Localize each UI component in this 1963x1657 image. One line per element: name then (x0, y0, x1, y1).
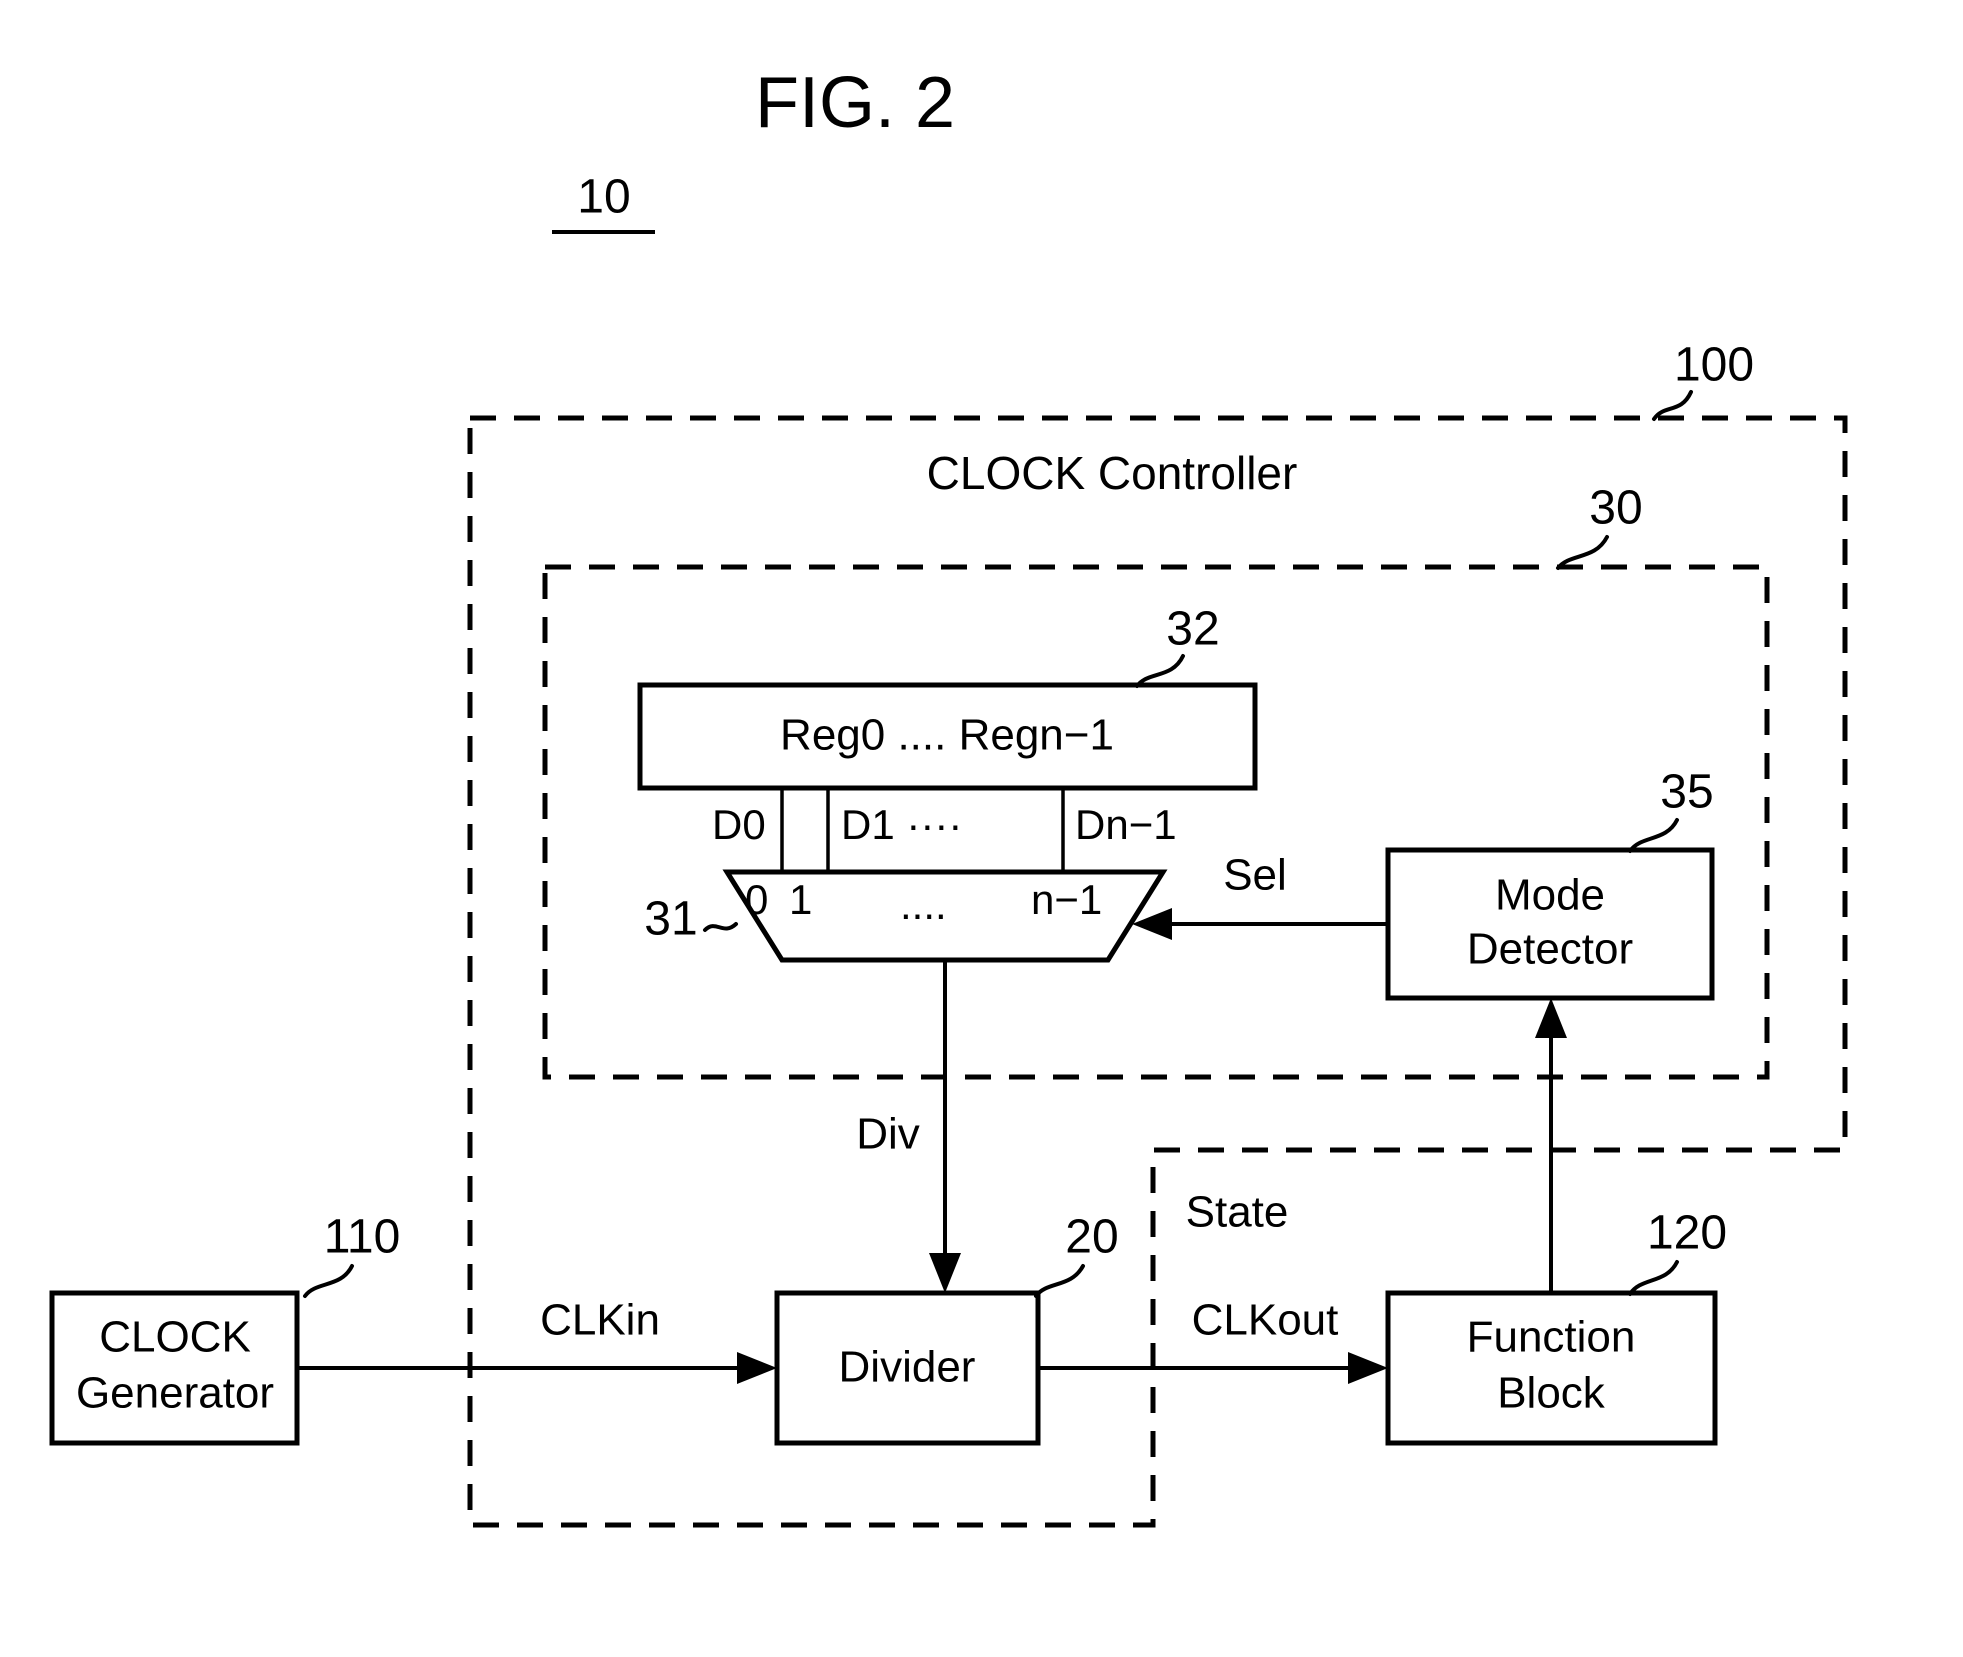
clock-generator-label-line1: CLOCK (99, 1313, 251, 1362)
clock-generator-ref-leader (303, 1264, 354, 1298)
mode-detector-label-line2: Detector (1467, 925, 1633, 974)
divider-ref-label: 20 (1065, 1211, 1118, 1264)
multiplexer-ref-leader (703, 922, 738, 932)
mode-detector-ref-label: 35 (1660, 766, 1713, 819)
data-label-dn1: Dn−1 (1075, 801, 1177, 848)
divider-selector-ref-leader (1556, 535, 1609, 570)
divider-label: Divider (839, 1343, 976, 1392)
register-bank-ref-label: 32 (1166, 603, 1219, 656)
clock-controller-label: CLOCK Controller (927, 447, 1298, 499)
patent-figure: FIG. 2 10 100 CLOCK Controller 30 Reg0 .… (0, 0, 1963, 1657)
multiplexer-ref-label: 31 (644, 893, 697, 946)
div-signal-label: Div (856, 1110, 920, 1159)
system-ref-label: 10 (577, 171, 630, 224)
data-label-d0: D0 (712, 801, 766, 848)
mux-port-ellipsis: .... (900, 881, 947, 928)
figure-diagram-canvas: FIG. 2 10 100 CLOCK Controller 30 Reg0 .… (49, 63, 1848, 1528)
clock-generator-label-line2: Generator (76, 1369, 274, 1418)
clkin-signal-label: CLKin (540, 1296, 660, 1345)
function-block-label-line2: Block (1497, 1369, 1606, 1418)
state-signal-label: State (1186, 1188, 1289, 1237)
clock-controller-ref-label: 100 (1674, 339, 1754, 392)
state-signal-arrowhead (1535, 998, 1567, 1038)
function-block-label-line1: Function (1467, 1313, 1636, 1362)
clock-generator-ref-label: 110 (324, 1211, 401, 1264)
clock-controller-boundary (467, 415, 1848, 1528)
div-signal-arrowhead (929, 1253, 961, 1293)
clkout-signal-label: CLKout (1192, 1296, 1339, 1345)
register-bank-label: Reg0 .... Regn−1 (780, 711, 1114, 760)
function-block-ref-leader (1628, 1260, 1679, 1296)
data-label-d1: D1 ···· (841, 801, 962, 848)
mux-port-0: 0 (745, 876, 768, 923)
mux-port-1: 1 (789, 876, 812, 923)
divider-selector-ref-label: 30 (1589, 482, 1642, 535)
sel-signal-label: Sel (1223, 851, 1287, 900)
clkin-signal-arrowhead (737, 1352, 777, 1384)
register-bank-ref-leader (1135, 654, 1185, 688)
function-block-ref-label: 120 (1647, 1207, 1727, 1260)
clkout-signal-arrowhead (1348, 1352, 1388, 1384)
mode-detector-ref-leader (1628, 818, 1679, 853)
divider-ref-leader (1034, 1264, 1085, 1298)
mux-port-n-1: n−1 (1031, 876, 1102, 923)
clock-controller-ref-leader (1652, 390, 1693, 421)
mode-detector-label-line1: Mode (1495, 871, 1605, 920)
figure-title: FIG. 2 (755, 63, 955, 143)
